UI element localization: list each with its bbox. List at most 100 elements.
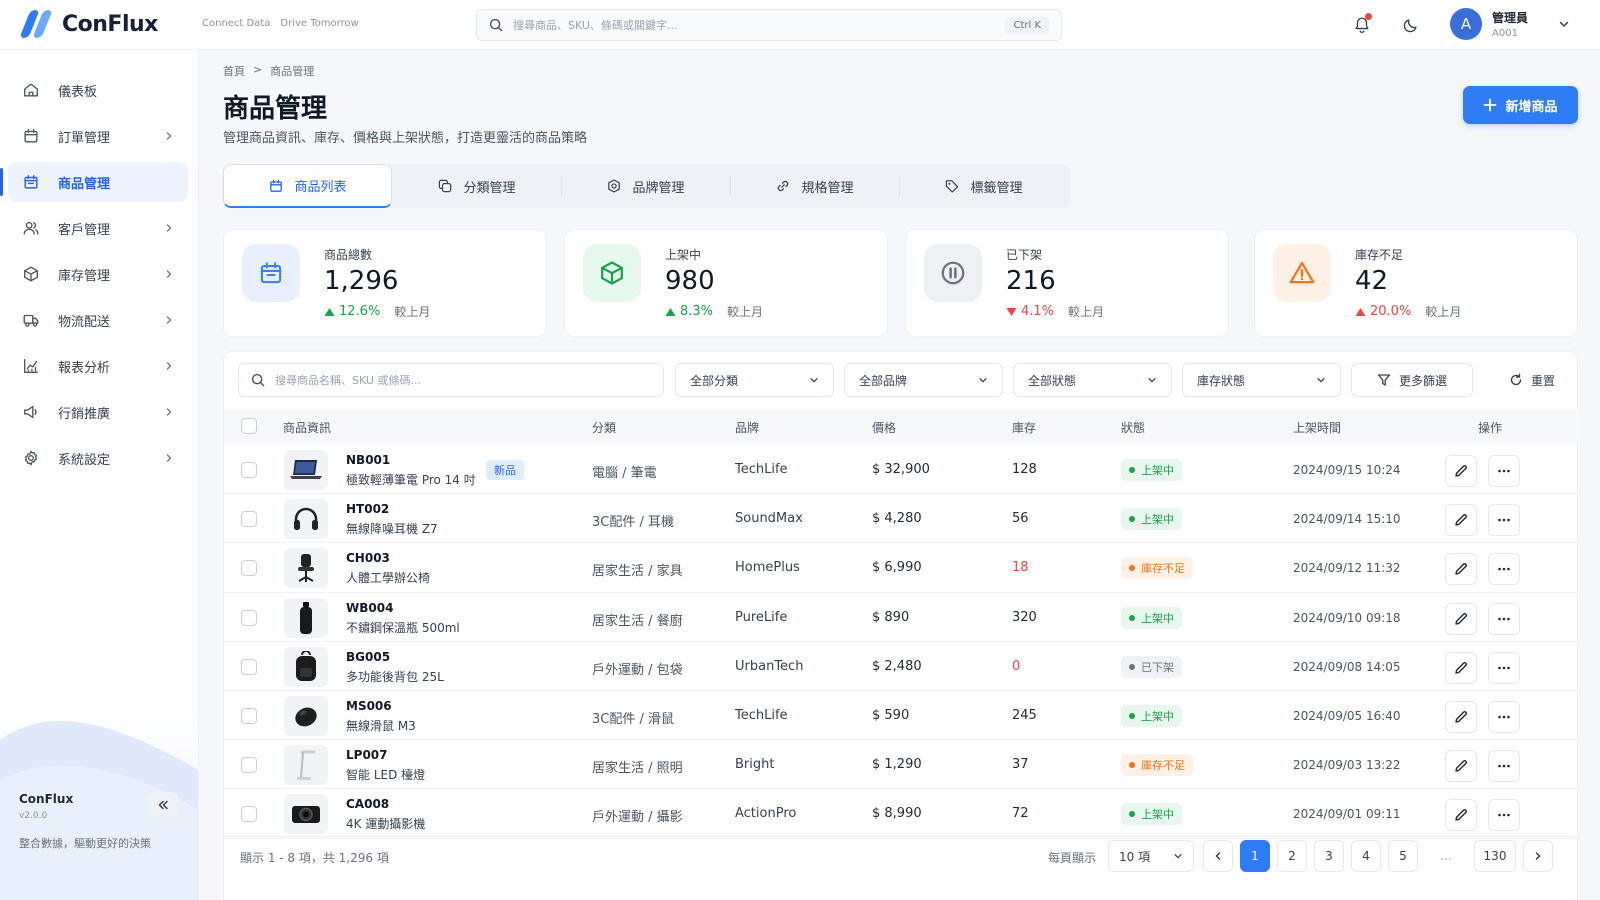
row-checkbox[interactable] bbox=[241, 560, 257, 577]
prev-page-button[interactable] bbox=[1203, 840, 1233, 872]
tab-badge[interactable]: 品牌管理 bbox=[561, 164, 730, 208]
search-placeholder: 搜尋商品、SKU、條碼或關鍵字... bbox=[513, 19, 678, 32]
edit-button[interactable] bbox=[1445, 455, 1477, 487]
table-row[interactable]: MS006 無線滑鼠 M3 3C配件 / 滑鼠 TechLife $ 590 245 上架中… bbox=[224, 691, 1579, 741]
page-button[interactable]: 4 bbox=[1351, 840, 1381, 872]
page-button[interactable]: 3 bbox=[1314, 840, 1344, 872]
theme-toggle-button[interactable] bbox=[1399, 13, 1423, 37]
sidebar-item-box[interactable]: 庫存管理 bbox=[8, 254, 188, 294]
warning-icon bbox=[1289, 261, 1315, 284]
sidebar-item-product[interactable]: 商品管理 bbox=[0, 162, 188, 202]
notification-button[interactable] bbox=[1350, 13, 1374, 37]
product-brand: TechLife bbox=[735, 708, 788, 723]
page-subtitle: 管理商品資訊、庫存、價格與上架狀態，打造更靈活的商品策略 bbox=[223, 131, 588, 146]
lamp-icon bbox=[297, 750, 316, 781]
sidebar-item-megaphone[interactable]: 行銷推廣 bbox=[8, 392, 188, 432]
per-page-select[interactable]: 10 項 bbox=[1108, 840, 1194, 872]
more-actions-button[interactable] bbox=[1488, 602, 1520, 635]
more-actions-button[interactable] bbox=[1488, 455, 1520, 487]
tab-calendar-bag[interactable]: 商品列表 bbox=[223, 164, 392, 208]
sidebar-item-gear[interactable]: 系統設定 bbox=[8, 438, 188, 478]
product-name[interactable]: 智能 LED 檯燈 bbox=[346, 766, 425, 783]
sidebar-slogan: 整合數據，驅動更好的決策 bbox=[19, 837, 151, 850]
edit-button[interactable] bbox=[1445, 504, 1477, 537]
row-checkbox[interactable] bbox=[241, 511, 257, 528]
header-status: 狀態 bbox=[1121, 421, 1146, 435]
table-row[interactable]: CA008 4K 運動攝影機 戶外運動 / 攝影 ActionPro $ 8,990 72… bbox=[224, 789, 1579, 839]
tab-link[interactable]: 規格管理 bbox=[730, 164, 899, 208]
product-name[interactable]: 人體工學辦公椅 bbox=[346, 569, 430, 586]
product-category: 戶外運動 / 攝影 bbox=[592, 810, 683, 826]
breadcrumb: 首頁 > 商品管理 bbox=[223, 63, 314, 79]
brand-filter-select[interactable]: 全部品牌 bbox=[844, 363, 1003, 397]
edit-button[interactable] bbox=[1445, 651, 1477, 684]
product-tabs: 商品列表 分類管理 品牌管理 規格管理 標籤管理 bbox=[223, 164, 1070, 208]
add-product-button[interactable]: 新增商品 bbox=[1463, 86, 1578, 124]
status-badge: 庫存不足 bbox=[1121, 557, 1193, 580]
row-checkbox[interactable] bbox=[241, 609, 257, 626]
table-row[interactable]: LP007 智能 LED 檯燈 居家生活 / 照明 Bright $ 1,290 37 庫存… bbox=[224, 740, 1579, 790]
more-actions-button[interactable] bbox=[1488, 701, 1520, 733]
chevron-right-icon bbox=[166, 408, 172, 416]
reset-button[interactable]: 重置 bbox=[1500, 363, 1564, 397]
table-row[interactable]: CH003 人體工學辦公椅 居家生活 / 家具 HomePlus $ 6,990 18 庫存… bbox=[224, 543, 1579, 593]
sidebar-item-users[interactable]: 客戶管理 bbox=[8, 208, 188, 248]
layers-icon bbox=[439, 179, 452, 193]
edit-button[interactable] bbox=[1445, 602, 1477, 635]
global-search-input[interactable]: 搜尋商品、SKU、條碼或關鍵字... Ctrl K bbox=[476, 9, 1062, 41]
page-button[interactable]: 1 bbox=[1240, 840, 1270, 872]
edit-button[interactable] bbox=[1445, 750, 1477, 783]
header-stock: 庫存 bbox=[1012, 421, 1037, 435]
more-actions-button[interactable] bbox=[1488, 553, 1520, 586]
collapse-sidebar-button[interactable] bbox=[148, 792, 178, 818]
chair-icon bbox=[298, 554, 314, 583]
product-name[interactable]: 無線滑鼠 M3 bbox=[346, 717, 416, 734]
row-checkbox[interactable] bbox=[241, 462, 257, 478]
table-row[interactable]: HT002 無線降噪耳機 Z7 3C配件 / 耳機 SoundMax $ 4,280 56… bbox=[224, 494, 1579, 544]
row-checkbox[interactable] bbox=[241, 708, 257, 724]
page-button[interactable]: 130 bbox=[1474, 840, 1516, 872]
stat-total-products: 商品總數 1,296 12.6% 較上月 bbox=[223, 229, 547, 337]
page-button[interactable]: 2 bbox=[1277, 840, 1307, 872]
more-actions-button[interactable] bbox=[1488, 504, 1520, 537]
more-actions-button[interactable] bbox=[1488, 799, 1520, 832]
user-menu[interactable]: A 管理員 A001 bbox=[1450, 8, 1570, 40]
table-row[interactable]: NB001 極致輕薄筆電 Pro 14 吋新品 電腦 / 筆電 TechLife $ 3… bbox=[224, 445, 1579, 495]
row-checkbox[interactable] bbox=[241, 658, 257, 675]
edit-button[interactable] bbox=[1445, 799, 1477, 832]
page-button[interactable]: 5 bbox=[1388, 840, 1418, 872]
product-name[interactable]: 多功能後背包 25L bbox=[346, 668, 444, 685]
status-filter-select[interactable]: 全部狀態 bbox=[1013, 363, 1172, 397]
product-name[interactable]: 極致輕薄筆電 Pro 14 吋 bbox=[346, 471, 476, 488]
row-checkbox[interactable] bbox=[241, 757, 257, 774]
more-actions-button[interactable] bbox=[1488, 750, 1520, 783]
app-logo[interactable]: ConFlux bbox=[19, 10, 158, 38]
product-search-input[interactable]: 搜尋商品名稱、SKU 或條碼... bbox=[238, 363, 664, 397]
breadcrumb-home[interactable]: 首頁 bbox=[223, 63, 245, 79]
sidebar-item-order[interactable]: 訂單管理 bbox=[8, 116, 188, 156]
sidebar-item-truck[interactable]: 物流配送 bbox=[8, 300, 188, 340]
app-name: ConFlux bbox=[62, 11, 158, 37]
row-checkbox[interactable] bbox=[241, 806, 257, 823]
next-page-button[interactable] bbox=[1523, 840, 1553, 872]
user-id: A001 bbox=[1492, 28, 1518, 39]
edit-button[interactable] bbox=[1445, 553, 1477, 586]
more-actions-button[interactable] bbox=[1488, 651, 1520, 684]
category-filter-select[interactable]: 全部分類 bbox=[675, 363, 834, 397]
product-name[interactable]: 無線降噪耳機 Z7 bbox=[346, 520, 438, 537]
more-filters-button[interactable]: 更多篩選 bbox=[1351, 363, 1473, 397]
product-name[interactable]: 不鏽鋼保溫瓶 500ml bbox=[346, 619, 460, 636]
product-price: $ 890 bbox=[872, 609, 910, 625]
table-row[interactable]: BG005 多功能後背包 25L 戶外運動 / 包袋 UrbanTech $ 2,480… bbox=[224, 642, 1579, 691]
sidebar-item-home[interactable]: 儀表板 bbox=[8, 70, 188, 110]
sidebar-item-chart[interactable]: 報表分析 bbox=[8, 346, 188, 386]
edit-button[interactable] bbox=[1445, 701, 1477, 733]
tab-tag[interactable]: 標籤管理 bbox=[899, 164, 1068, 208]
tab-layers[interactable]: 分類管理 bbox=[392, 164, 561, 208]
page-title: 商品管理 bbox=[223, 94, 328, 124]
table-row[interactable]: WB004 不鏽鋼保溫瓶 500ml 居家生活 / 餐廚 PureLife $ 890 3… bbox=[224, 593, 1579, 642]
select-all-checkbox[interactable] bbox=[241, 418, 257, 434]
stat-low-stock: 庫存不足 42 20.0% 較上月 bbox=[1254, 229, 1578, 337]
product-name[interactable]: 4K 運動攝影機 bbox=[346, 815, 425, 832]
stock-filter-select[interactable]: 庫存狀態 bbox=[1182, 363, 1341, 397]
